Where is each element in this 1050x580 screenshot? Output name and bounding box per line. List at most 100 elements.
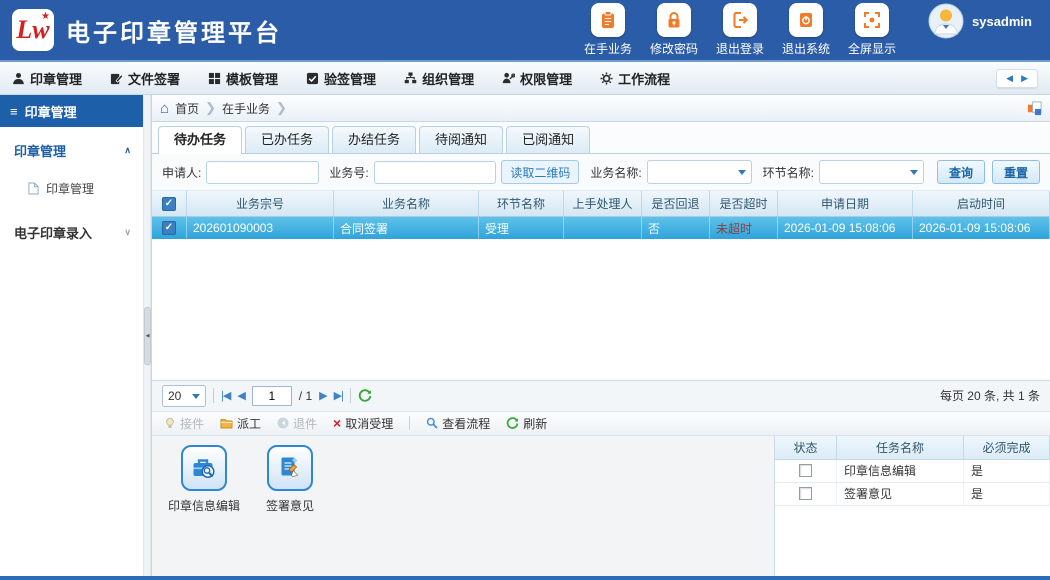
reset-button[interactable]: 重置 bbox=[992, 160, 1040, 184]
clipboard-icon bbox=[598, 10, 618, 30]
header-actions: 在手业务 修改密码 退出登录 退出系统 bbox=[580, 3, 1038, 57]
menu-item-permission-management[interactable]: 权限管理 bbox=[502, 69, 572, 88]
applicant-input[interactable] bbox=[206, 161, 319, 184]
column-header[interactable]: 环节名称 bbox=[479, 191, 564, 216]
document-pencil-icon bbox=[276, 454, 304, 482]
folder-icon bbox=[220, 418, 233, 429]
menu-item-template-management[interactable]: 模板管理 bbox=[208, 69, 278, 88]
menu-item-seal-management[interactable]: 印章管理 bbox=[12, 69, 82, 88]
menu-item-label: 模板管理 bbox=[226, 69, 278, 88]
content-area: ≡ 印章管理 印章管理 ∧ 印章管理 电子印章录入 ∨ ◀ ⌂ bbox=[0, 95, 1050, 576]
task-icon-label: 印章信息编辑 bbox=[168, 497, 240, 514]
checkbox-icon bbox=[306, 72, 319, 85]
lightbulb-icon bbox=[164, 417, 176, 429]
cell-handler bbox=[564, 217, 642, 239]
task-required: 是 bbox=[964, 460, 1050, 482]
read-qr-button[interactable]: 读取二维码 bbox=[501, 160, 579, 184]
scroll-left-icon[interactable]: ◀ bbox=[1006, 73, 1013, 84]
column-header[interactable]: 上手处理人 bbox=[564, 191, 642, 216]
scroll-right-icon[interactable]: ▶ bbox=[1021, 73, 1028, 84]
sidebar-group-seal-management[interactable]: 印章管理 ∧ bbox=[0, 127, 143, 168]
sidebar-item-seal-management[interactable]: 印章管理 bbox=[0, 168, 143, 209]
tab-unread-notices[interactable]: 待阅通知 bbox=[419, 126, 503, 153]
task-status-checkbox[interactable] bbox=[799, 487, 812, 500]
grid-empty-area bbox=[152, 239, 1050, 380]
next-page-button[interactable]: ▶ bbox=[319, 389, 326, 402]
action-fullscreen[interactable]: 全屏显示 bbox=[844, 3, 900, 57]
org-tree-icon bbox=[404, 72, 417, 85]
page-size-select[interactable]: 20 bbox=[162, 385, 206, 407]
business-name-select[interactable] bbox=[647, 160, 752, 184]
first-page-button[interactable]: |◀ bbox=[221, 389, 230, 402]
dispatch-button[interactable]: 派工 bbox=[220, 415, 261, 432]
business-no-input[interactable] bbox=[374, 161, 497, 184]
divider bbox=[409, 416, 410, 430]
sidebar-group-label: 电子印章录入 bbox=[14, 223, 92, 242]
search-button[interactable]: 查询 bbox=[937, 160, 985, 184]
tab-refresh-icon[interactable] bbox=[1027, 101, 1042, 116]
action-label: 退出登录 bbox=[716, 40, 764, 57]
select-all-checkbox[interactable]: ✓ bbox=[162, 197, 176, 211]
task-sign-opinion[interactable]: 签署意见 bbox=[254, 445, 326, 577]
refresh-button[interactable]: 刷新 bbox=[506, 415, 547, 432]
cell-apply-date: 2026-01-09 15:08:06 bbox=[778, 217, 913, 239]
menu-item-label: 文件签署 bbox=[128, 69, 180, 88]
step-name-label: 环节名称: bbox=[763, 164, 814, 181]
last-page-button[interactable]: ▶| bbox=[334, 389, 343, 402]
action-label: 全屏显示 bbox=[848, 40, 896, 57]
list-icon: ≡ bbox=[10, 104, 18, 119]
tab-pending-tasks[interactable]: 待办任务 bbox=[158, 126, 242, 154]
column-header[interactable]: 启动时间 bbox=[913, 191, 1050, 216]
pagination-bar: 20 |◀ ◀ / 1 ▶ ▶| 每页 20 条, 共 1 条 bbox=[152, 380, 1050, 411]
sidebar-panel-title: 印章管理 bbox=[25, 102, 77, 121]
task-column-header: 任务名称 bbox=[837, 436, 964, 459]
business-name-label: 业务名称: bbox=[590, 164, 641, 181]
page-number-input[interactable] bbox=[252, 386, 292, 406]
grid-icon bbox=[208, 72, 221, 85]
breadcrumb-separator-icon: ❯ bbox=[205, 100, 216, 116]
step-name-select[interactable] bbox=[819, 160, 924, 184]
menu-item-workflow[interactable]: 工作流程 bbox=[600, 69, 670, 88]
menu-scroll-control[interactable]: ◀ ▶ bbox=[996, 69, 1038, 88]
user-info[interactable]: sysadmin bbox=[928, 3, 1032, 39]
panel-splitter[interactable]: ◀ bbox=[143, 95, 151, 576]
column-header[interactable]: 业务名称 bbox=[334, 191, 479, 216]
tab-done-tasks[interactable]: 已办任务 bbox=[245, 126, 329, 153]
breadcrumb-home[interactable]: 首页 bbox=[175, 100, 199, 117]
view-flow-button[interactable]: 查看流程 bbox=[426, 415, 490, 432]
column-header[interactable]: 业务宗号 bbox=[187, 191, 334, 216]
task-table-header: 状态 任务名称 必须完成 bbox=[775, 436, 1050, 460]
task-tabs: 待办任务 已办任务 办结任务 待阅通知 已阅通知 bbox=[152, 122, 1050, 154]
column-header[interactable]: 申请日期 bbox=[778, 191, 913, 216]
task-seal-info-edit[interactable]: 印章信息编辑 bbox=[168, 445, 240, 577]
column-header[interactable]: 是否回退 bbox=[642, 191, 710, 216]
chevron-up-icon: ∧ bbox=[124, 145, 131, 156]
row-checkbox[interactable]: ✓ bbox=[162, 221, 176, 235]
action-exit-system[interactable]: 退出系统 bbox=[778, 3, 834, 57]
x-icon: × bbox=[333, 416, 341, 430]
sidebar-group-eseal-entry[interactable]: 电子印章录入 ∨ bbox=[0, 209, 143, 250]
menu-item-organization-management[interactable]: 组织管理 bbox=[404, 69, 474, 88]
task-column-header: 状态 bbox=[775, 436, 837, 459]
tab-closed-tasks[interactable]: 办结任务 bbox=[332, 126, 416, 153]
tab-read-notices[interactable]: 已阅通知 bbox=[506, 126, 590, 153]
prev-page-button[interactable]: ◀ bbox=[237, 389, 244, 402]
splitter-collapse-handle[interactable]: ◀ bbox=[144, 307, 151, 365]
task-status-table: 状态 任务名称 必须完成 印章信息编辑 是 签署意见 是 bbox=[774, 436, 1050, 577]
task-status-checkbox[interactable] bbox=[799, 464, 812, 477]
action-change-password[interactable]: 修改密码 bbox=[646, 3, 702, 57]
cancel-accept-button[interactable]: × 取消受理 bbox=[333, 415, 393, 432]
cell-step-name: 受理 bbox=[479, 217, 564, 239]
menu-item-file-signing[interactable]: 文件签署 bbox=[110, 69, 180, 88]
action-in-hand-business[interactable]: 在手业务 bbox=[580, 3, 636, 57]
page-size-value: 20 bbox=[168, 389, 181, 403]
menu-item-verify-management[interactable]: 验签管理 bbox=[306, 69, 376, 88]
task-name: 印章信息编辑 bbox=[837, 460, 964, 482]
table-row[interactable]: ✓ 202601090003 合同签署 受理 否 未超时 2026-01-09 … bbox=[152, 217, 1050, 239]
action-label: 修改密码 bbox=[650, 40, 698, 57]
main-panel: ⌂ 首页 ❯ 在手业务 ❯ 待办任务 已办任务 办结任务 待阅通知 已阅通知 申… bbox=[151, 95, 1050, 576]
action-logout[interactable]: 退出登录 bbox=[712, 3, 768, 57]
refresh-icon[interactable] bbox=[358, 389, 372, 403]
breadcrumb-current[interactable]: 在手业务 bbox=[222, 100, 270, 117]
column-header[interactable]: 是否超时 bbox=[710, 191, 778, 216]
